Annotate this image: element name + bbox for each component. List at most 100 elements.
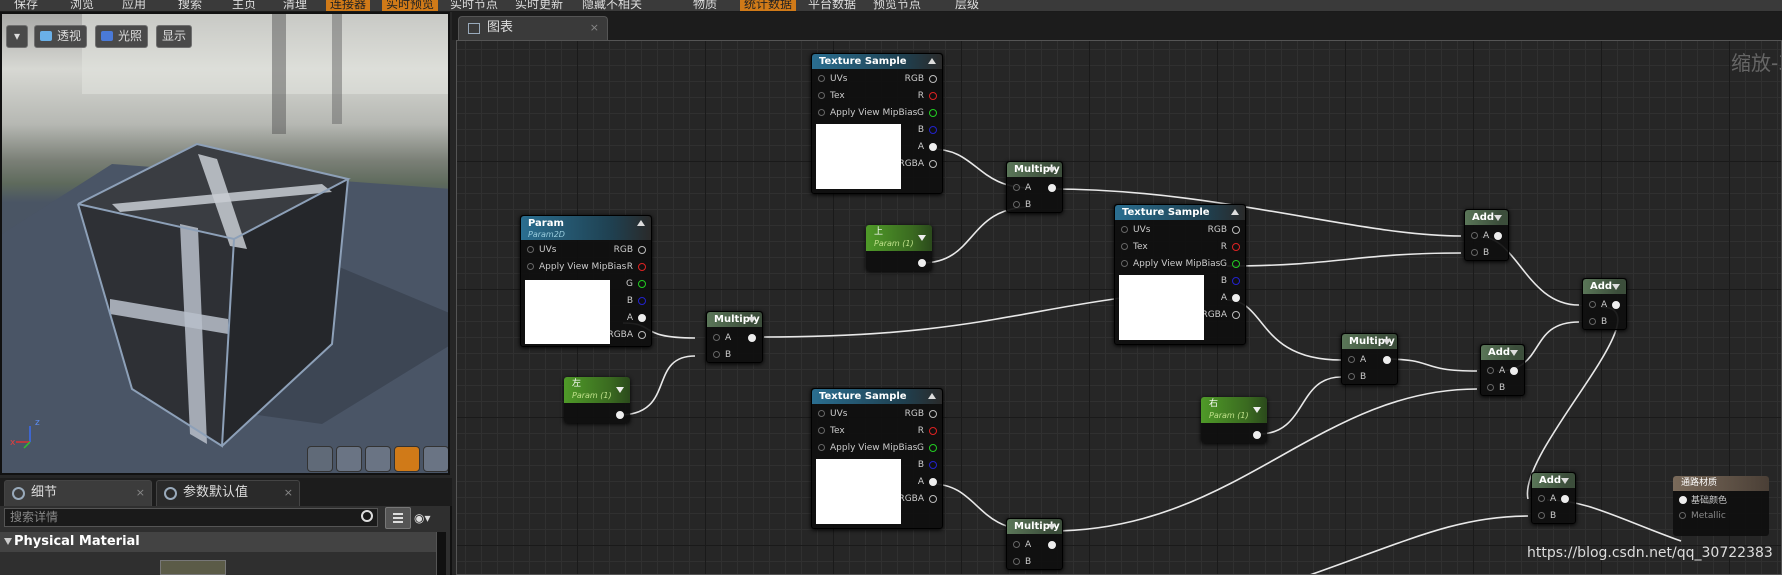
- pin-output-g[interactable]: [1232, 260, 1240, 268]
- material-thumbnail[interactable]: [160, 560, 226, 575]
- pin-output-rgb[interactable]: [929, 410, 937, 418]
- preview-plane-button[interactable]: [365, 446, 391, 472]
- pin-output-r[interactable]: [638, 263, 646, 271]
- pin-output-b[interactable]: [1232, 277, 1240, 285]
- pin-output[interactable]: [1383, 356, 1391, 364]
- pin-output-rgba[interactable]: [929, 495, 937, 503]
- search-icon[interactable]: [361, 510, 373, 522]
- pin-output-g[interactable]: [929, 109, 937, 117]
- close-icon[interactable]: ×: [590, 17, 599, 39]
- close-icon[interactable]: ×: [284, 481, 293, 505]
- texture-sample-node-1[interactable]: Texture Sample UVs Tex Apply View MipBia…: [811, 53, 943, 194]
- pin-output[interactable]: [1561, 495, 1569, 503]
- pin-input[interactable]: [1121, 260, 1128, 267]
- pin-input-metallic[interactable]: [1679, 512, 1686, 519]
- tab-graph[interactable]: 图表 ×: [458, 16, 608, 40]
- toolbar-hierarchy-button[interactable]: 层级: [955, 0, 979, 11]
- pin-output-g[interactable]: [929, 444, 937, 452]
- toolbar-search-button[interactable]: 搜索: [178, 0, 202, 11]
- material-root-node[interactable]: 通路材质 基础颜色 Metallic: [1673, 476, 1769, 536]
- pin-output-b[interactable]: [638, 297, 646, 305]
- toolbar-material-button[interactable]: 物质: [693, 0, 717, 11]
- pin-output-rgba[interactable]: [929, 160, 937, 168]
- pin-input[interactable]: [818, 410, 825, 417]
- lit-button[interactable]: 光照: [95, 25, 149, 48]
- param-node-up[interactable]: 上 Param (1): [866, 225, 932, 271]
- preview-cube-button[interactable]: [394, 446, 420, 472]
- pin-output-b[interactable]: [929, 126, 937, 134]
- preview-cylinder-button[interactable]: [307, 446, 333, 472]
- toolbar-apply-button[interactable]: 应用: [122, 0, 146, 11]
- multiply-node-4[interactable]: Multiply A B: [1006, 518, 1063, 570]
- pin-input-b[interactable]: [1471, 249, 1478, 256]
- multiply-node-2[interactable]: Multiply A B: [706, 311, 763, 363]
- pin-output[interactable]: [748, 334, 756, 342]
- toolbar-live-update-button[interactable]: 实时更新: [515, 0, 563, 11]
- param2d-node[interactable]: Param Param2D UVs Apply View MipBias RGB…: [520, 215, 652, 347]
- pin-input-a[interactable]: [713, 334, 720, 341]
- pin-output[interactable]: [616, 411, 624, 419]
- pin-output[interactable]: [1048, 184, 1056, 192]
- pin-output-a[interactable]: [929, 478, 937, 486]
- details-search-input[interactable]: 搜索详情: [4, 508, 378, 527]
- pin-input-a[interactable]: [1538, 495, 1545, 502]
- pin-input[interactable]: [1121, 243, 1128, 250]
- pin-input-a[interactable]: [1471, 232, 1478, 239]
- toolbar-live-preview-button[interactable]: 实时预览: [382, 0, 439, 11]
- toolbar-hide-unrelated-button[interactable]: 隐藏不相关: [582, 0, 642, 11]
- pin-output[interactable]: [918, 259, 926, 267]
- pin-output-a[interactable]: [638, 314, 646, 322]
- pin-input-a[interactable]: [1589, 301, 1596, 308]
- pin-input-b[interactable]: [1538, 512, 1545, 519]
- add-node-4[interactable]: Add A B: [1531, 472, 1576, 524]
- pin-output[interactable]: [1494, 232, 1502, 240]
- pin-output-rgba[interactable]: [1232, 311, 1240, 319]
- pin-output[interactable]: [1048, 541, 1056, 549]
- pin-output-r[interactable]: [929, 92, 937, 100]
- pin-input-a[interactable]: [1013, 541, 1020, 548]
- pin-output[interactable]: [1510, 367, 1518, 375]
- pin-output-a[interactable]: [929, 143, 937, 151]
- pin-output-rgb[interactable]: [929, 75, 937, 83]
- pin-input-a[interactable]: [1348, 356, 1355, 363]
- pin-input-a[interactable]: [1013, 184, 1020, 191]
- toolbar-stats-button[interactable]: 统计数据: [740, 0, 797, 11]
- details-scrollbar[interactable]: [436, 532, 446, 575]
- multiply-node-1[interactable]: Multiply A B: [1006, 161, 1063, 213]
- pin-output-g[interactable]: [638, 280, 646, 288]
- toolbar-clean-button[interactable]: 清理: [283, 0, 307, 11]
- pin-input-base-color[interactable]: [1679, 496, 1687, 504]
- preview-mesh-button[interactable]: [423, 446, 448, 472]
- viewport-menu-button[interactable]: ▾: [6, 25, 28, 48]
- param-node-left[interactable]: 左 Param (1): [564, 377, 630, 423]
- pin-input[interactable]: [527, 246, 534, 253]
- close-icon[interactable]: ×: [136, 481, 145, 505]
- toolbar-platform-stats-button[interactable]: 平台数据: [808, 0, 856, 11]
- pin-output[interactable]: [1253, 431, 1261, 439]
- pin-output-rgba[interactable]: [638, 331, 646, 339]
- category-physical-material[interactable]: Physical Material: [0, 532, 436, 552]
- multiply-node-3[interactable]: Multiply A B: [1341, 333, 1398, 385]
- toolbar-connectors-button[interactable]: 连接器: [326, 0, 371, 11]
- pin-input[interactable]: [818, 427, 825, 434]
- pin-input[interactable]: [818, 75, 825, 82]
- material-graph-canvas[interactable]: 缩放-3 Texture Sample UVs Tex Apply View M…: [456, 40, 1782, 575]
- pin-input[interactable]: [818, 92, 825, 99]
- toolbar-save-button[interactable]: 保存: [14, 0, 38, 11]
- pin-input-a[interactable]: [1487, 367, 1494, 374]
- param-node-right[interactable]: 右 Param (1): [1201, 397, 1267, 443]
- toolbar-live-nodes-button[interactable]: 实时节点: [450, 0, 498, 11]
- preview-sphere-button[interactable]: [336, 446, 362, 472]
- pin-output-r[interactable]: [1232, 243, 1240, 251]
- show-button[interactable]: 显示: [156, 25, 193, 48]
- pin-input[interactable]: [1121, 226, 1128, 233]
- pin-input-b[interactable]: [1487, 384, 1494, 391]
- texture-sample-node-3[interactable]: Texture Sample UVs Tex Apply View MipBia…: [811, 388, 943, 529]
- tab-details[interactable]: 细节 ×: [4, 480, 152, 506]
- pin-input[interactable]: [818, 444, 825, 451]
- add-node-2[interactable]: Add A B: [1480, 344, 1525, 396]
- pin-input-b[interactable]: [1013, 558, 1020, 565]
- pin-input-b[interactable]: [1013, 201, 1020, 208]
- pin-input[interactable]: [818, 109, 825, 116]
- pin-output-b[interactable]: [929, 461, 937, 469]
